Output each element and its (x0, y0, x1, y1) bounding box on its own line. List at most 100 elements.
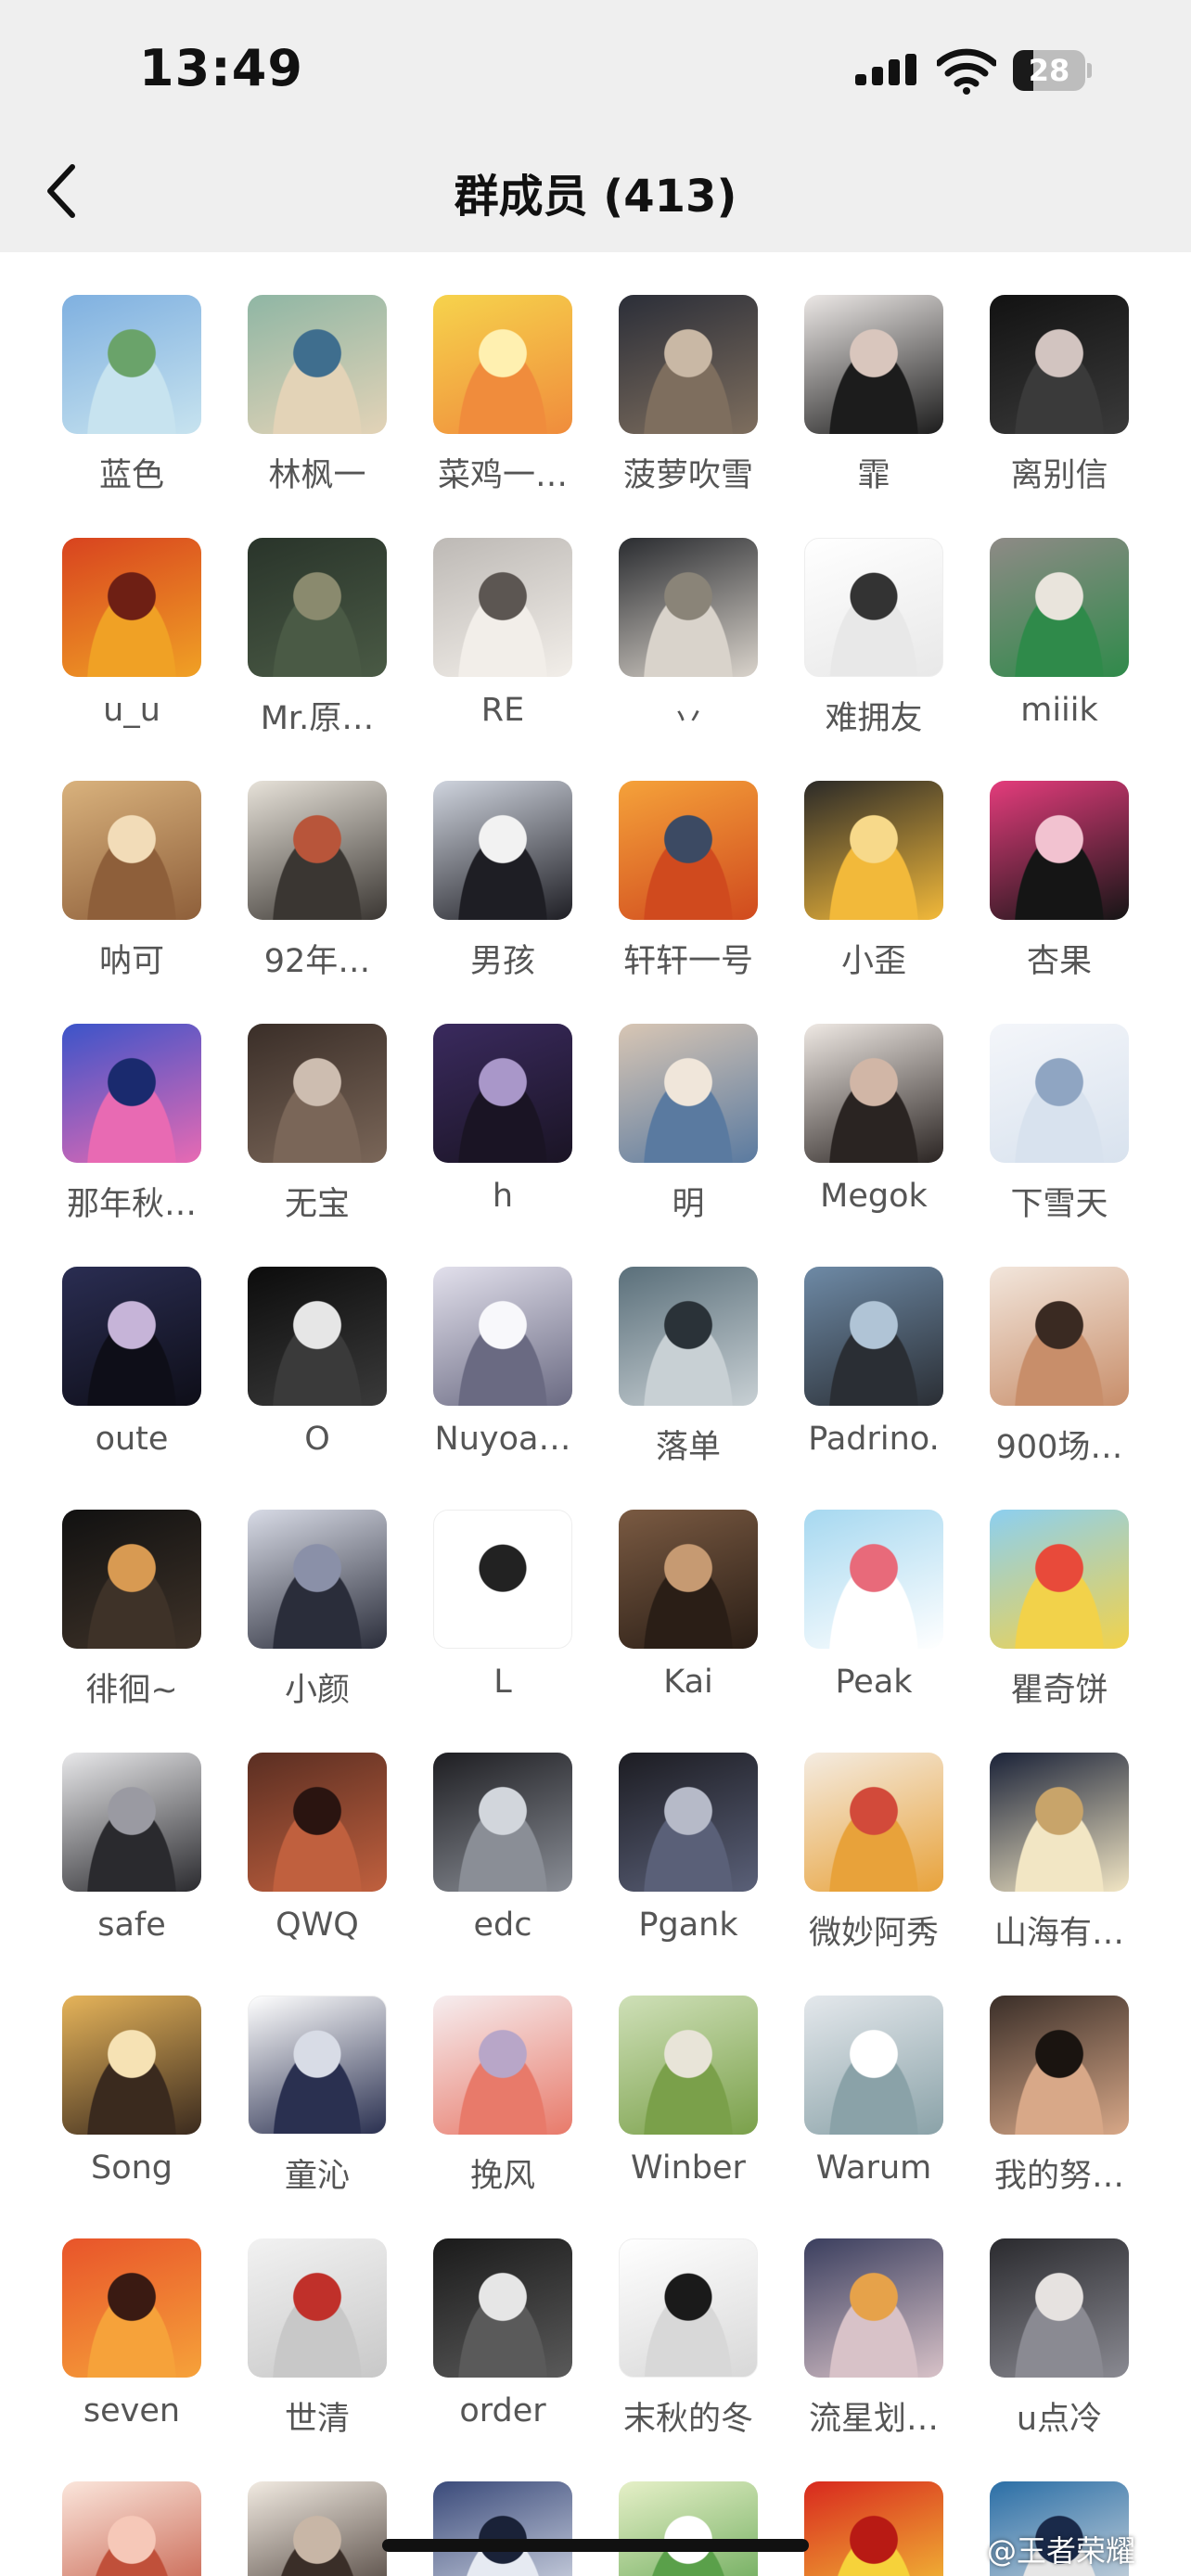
member-item[interactable]: 我的努… (967, 1996, 1152, 2218)
member-item[interactable]: 林枫一 (224, 295, 410, 517)
avatar[interactable] (433, 1024, 572, 1163)
member-item[interactable]: miiik (967, 538, 1152, 760)
member-item[interactable]: 霏 (781, 295, 967, 517)
avatar[interactable] (619, 295, 758, 434)
avatar[interactable] (62, 1510, 201, 1649)
member-item[interactable]: Pgank (596, 1753, 781, 1975)
avatar[interactable] (804, 1510, 943, 1649)
avatar[interactable] (804, 1267, 943, 1406)
member-item[interactable]: 童沁 (224, 1996, 410, 2218)
avatar[interactable] (62, 1996, 201, 2135)
avatar[interactable] (62, 1753, 201, 1892)
avatar[interactable] (248, 1267, 387, 1406)
avatar[interactable] (619, 1510, 758, 1649)
avatar[interactable] (248, 1996, 387, 2135)
avatar[interactable] (804, 1996, 943, 2135)
avatar[interactable] (62, 295, 201, 434)
avatar[interactable] (248, 2238, 387, 2378)
avatar[interactable] (619, 1753, 758, 1892)
member-item[interactable]: Peak (781, 1510, 967, 1732)
avatar[interactable] (433, 295, 572, 434)
avatar[interactable] (62, 1024, 201, 1163)
member-item[interactable]: Kai (596, 1510, 781, 1732)
member-item[interactable]: 微妙阿秀 (781, 1753, 967, 1975)
avatar[interactable] (62, 2238, 201, 2378)
member-item[interactable]: Nuyoa… (410, 1267, 596, 1489)
home-indicator[interactable] (382, 2539, 809, 2552)
member-item[interactable]: edc (410, 1753, 596, 1975)
member-item[interactable]: QWQ (224, 1753, 410, 1975)
member-item[interactable] (224, 2481, 410, 2576)
avatar[interactable] (248, 1753, 387, 1892)
avatar[interactable] (804, 1024, 943, 1163)
avatar[interactable] (804, 295, 943, 434)
member-item[interactable]: 山海有… (967, 1753, 1152, 1975)
avatar[interactable] (248, 781, 387, 920)
member-item[interactable]: 离别信 (967, 295, 1152, 517)
avatar[interactable] (433, 781, 572, 920)
member-item[interactable]: 呐可 (39, 781, 224, 1003)
avatar[interactable] (248, 538, 387, 677)
avatar[interactable] (433, 1753, 572, 1892)
member-item[interactable]: oute (39, 1267, 224, 1489)
avatar[interactable] (433, 2481, 572, 2576)
member-item[interactable]: 小颜 (224, 1510, 410, 1732)
member-item[interactable] (410, 2481, 596, 2576)
avatar[interactable] (990, 2238, 1129, 2378)
member-item[interactable]: 男孩 (410, 781, 596, 1003)
avatar[interactable] (804, 2238, 943, 2378)
member-item[interactable]: O (224, 1267, 410, 1489)
member-item[interactable]: 世清 (224, 2238, 410, 2461)
avatar[interactable] (619, 2481, 758, 2576)
member-item[interactable]: 瞿奇饼 (967, 1510, 1152, 1732)
avatar[interactable] (248, 295, 387, 434)
member-item[interactable]: 900场… (967, 1267, 1152, 1489)
avatar[interactable] (62, 1267, 201, 1406)
member-item[interactable]: 徘徊~ (39, 1510, 224, 1732)
avatar[interactable] (62, 2481, 201, 2576)
member-item[interactable]: 难拥友 (781, 538, 967, 760)
avatar[interactable] (619, 1996, 758, 2135)
avatar[interactable] (804, 781, 943, 920)
member-item[interactable]: 末秋的冬 (596, 2238, 781, 2461)
avatar[interactable] (248, 2481, 387, 2576)
member-item[interactable]: 流星划… (781, 2238, 967, 2461)
member-item[interactable]: 蓝色 (39, 295, 224, 517)
member-item[interactable]: 丷 (596, 538, 781, 760)
member-item[interactable]: seven (39, 2238, 224, 2461)
member-item[interactable]: h (410, 1024, 596, 1246)
member-item[interactable]: Megok (781, 1024, 967, 1246)
member-item[interactable]: u_u (39, 538, 224, 760)
avatar[interactable] (990, 538, 1129, 677)
avatar[interactable] (433, 1510, 572, 1649)
member-item[interactable]: 菠萝吹雪 (596, 295, 781, 517)
member-item[interactable]: 明 (596, 1024, 781, 1246)
member-item[interactable]: 轩轩一号 (596, 781, 781, 1003)
member-item[interactable]: 92年… (224, 781, 410, 1003)
avatar[interactable] (619, 1267, 758, 1406)
avatar[interactable] (619, 2238, 758, 2378)
member-item[interactable] (781, 2481, 967, 2576)
avatar[interactable] (804, 2481, 943, 2576)
avatar[interactable] (804, 538, 943, 677)
member-item[interactable]: RE (410, 538, 596, 760)
member-item[interactable]: 那年秋… (39, 1024, 224, 1246)
avatar[interactable] (433, 2238, 572, 2378)
member-item[interactable] (39, 2481, 224, 2576)
member-item[interactable]: 下雪天 (967, 1024, 1152, 1246)
member-item[interactable]: order (410, 2238, 596, 2461)
member-item[interactable] (596, 2481, 781, 2576)
avatar[interactable] (62, 538, 201, 677)
member-item[interactable]: 无宝 (224, 1024, 410, 1246)
avatar[interactable] (433, 538, 572, 677)
member-item[interactable]: Song (39, 1996, 224, 2218)
avatar[interactable] (433, 1996, 572, 2135)
member-item[interactable]: 小歪 (781, 781, 967, 1003)
member-item[interactable]: 落单 (596, 1267, 781, 1489)
member-item[interactable]: Winber (596, 1996, 781, 2218)
member-item[interactable]: u点冷 (967, 2238, 1152, 2461)
avatar[interactable] (248, 1024, 387, 1163)
avatar[interactable] (433, 1267, 572, 1406)
avatar[interactable] (990, 1267, 1129, 1406)
member-item[interactable]: 挽风 (410, 1996, 596, 2218)
